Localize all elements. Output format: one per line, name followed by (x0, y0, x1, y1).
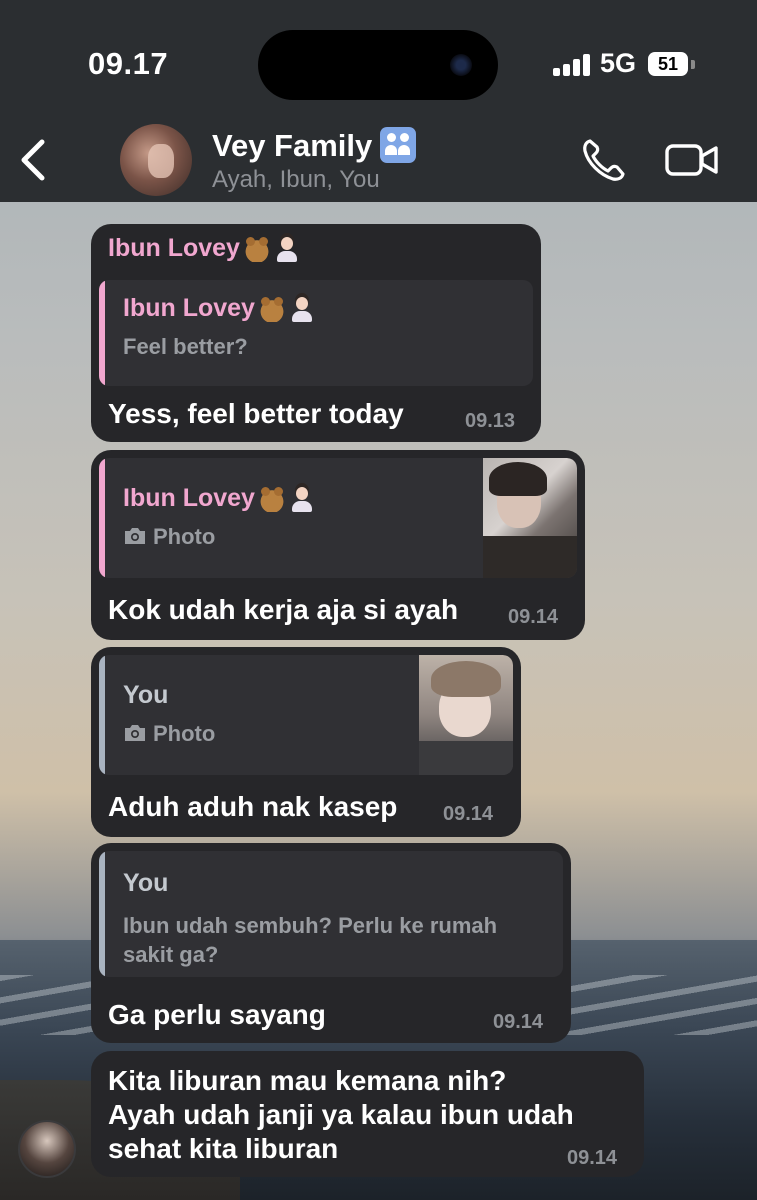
woman-icon (274, 236, 300, 263)
message-text: Ga perlu sayang (108, 999, 326, 1030)
quote-accent-bar (99, 458, 105, 578)
reply-quote[interactable]: You Ibun udah sembuh? Perlu ke rumah sak… (99, 851, 563, 977)
teddy-bear-icon (258, 296, 285, 323)
photo-thumbnail[interactable] (419, 655, 513, 775)
message-text-line: Kita liburan mau kemana nih? (108, 1065, 507, 1096)
message-text-line: Ayah udah janji ya kalau ibun udah (108, 1099, 574, 1130)
photo-hair (431, 661, 501, 697)
message-text: Aduh aduh nak kasep (108, 791, 398, 822)
message-time: 09.14 (493, 1011, 544, 1033)
camera-icon (125, 528, 145, 545)
chat-members[interactable]: Ayah, Ibun, You (212, 166, 380, 194)
phone-icon (583, 139, 625, 181)
quote-sender-name: Ibun Lovey (123, 294, 255, 322)
message-bubble[interactable]: Ibun Lovey Ibun Lovey Feel better? Yess,… (91, 224, 541, 442)
quote-sender-name: Ibun Lovey (123, 484, 255, 512)
camera-icon (125, 725, 145, 742)
message-text-line: sehat kita liburan (108, 1133, 339, 1164)
message-text: Yess, feel better today (108, 398, 404, 429)
status-time: 09.17 (88, 46, 169, 81)
chat-header: 09.17 5G 51 Vey Family Ayah, Ibun, You (0, 0, 757, 202)
reply-quote[interactable]: Ibun Lovey Feel better? (99, 280, 533, 386)
woman-icon (289, 486, 315, 513)
teddy-bear-icon (243, 236, 270, 263)
reply-quote[interactable]: Ibun Lovey Photo (99, 458, 577, 578)
message-time: 09.14 (443, 803, 494, 825)
chat-title[interactable]: Vey Family (212, 126, 417, 164)
photo-jacket (419, 741, 513, 775)
message-bubble[interactable]: You Photo Aduh aduh nak kasep 09.14 (91, 647, 521, 837)
quote-text-label: Photo (153, 524, 216, 549)
network-type: 5G (600, 48, 637, 78)
group-avatar[interactable] (120, 124, 192, 196)
quote-accent-bar (99, 655, 105, 775)
teddy-bear-icon (258, 486, 285, 513)
video-icon (665, 144, 718, 176)
chat-title-text: Vey Family (212, 128, 373, 163)
quote-text: Photo (123, 522, 215, 551)
quote-accent-bar (99, 851, 105, 977)
photo-jacket (483, 536, 577, 578)
dynamic-island (258, 30, 498, 100)
back-button[interactable] (14, 136, 54, 184)
quote-text: Photo (123, 719, 215, 748)
voice-call-button[interactable] (580, 136, 628, 184)
quote-text-label: Photo (153, 721, 216, 746)
quote-sender: You (123, 869, 169, 897)
message-bubble[interactable]: Ibun Lovey Photo Kok udah kerja aja si a… (91, 450, 585, 640)
woman-icon (289, 296, 315, 323)
sender-name: Ibun Lovey (108, 234, 240, 262)
quote-sender: Ibun Lovey (123, 294, 315, 323)
signal-strength-icon (553, 54, 593, 76)
quote-text-line: sakit ga? (123, 942, 219, 967)
chevron-left-icon (21, 139, 45, 181)
message-time: 09.13 (465, 410, 516, 432)
quote-sender: You (123, 681, 169, 709)
message-time: 09.14 (508, 606, 559, 628)
message-text: Kok udah kerja aja si ayah (108, 594, 459, 625)
photo-hair (489, 462, 547, 496)
camera-lens-icon (450, 54, 472, 76)
message-bubble[interactable]: You Ibun udah sembuh? Perlu ke rumah sak… (91, 843, 571, 1043)
quote-accent-bar (99, 280, 105, 386)
quote-text-line: Ibun udah sembuh? Perlu ke rumah (123, 913, 498, 938)
message-sender: Ibun Lovey (108, 234, 300, 263)
battery-icon: 51 (648, 52, 688, 76)
photo-thumbnail[interactable] (483, 458, 577, 578)
battery-tip (691, 60, 695, 69)
video-call-button[interactable] (664, 140, 720, 180)
message-bubble[interactable]: Kita liburan mau kemana nih? Ayah udah j… (91, 1051, 644, 1177)
quote-text: Feel better? (123, 334, 248, 359)
sender-avatar[interactable] (18, 1120, 76, 1178)
message-time: 09.14 (567, 1147, 618, 1169)
quote-sender: Ibun Lovey (123, 484, 315, 513)
reply-quote[interactable]: You Photo (99, 655, 513, 775)
family-emoji-icon (380, 126, 417, 163)
